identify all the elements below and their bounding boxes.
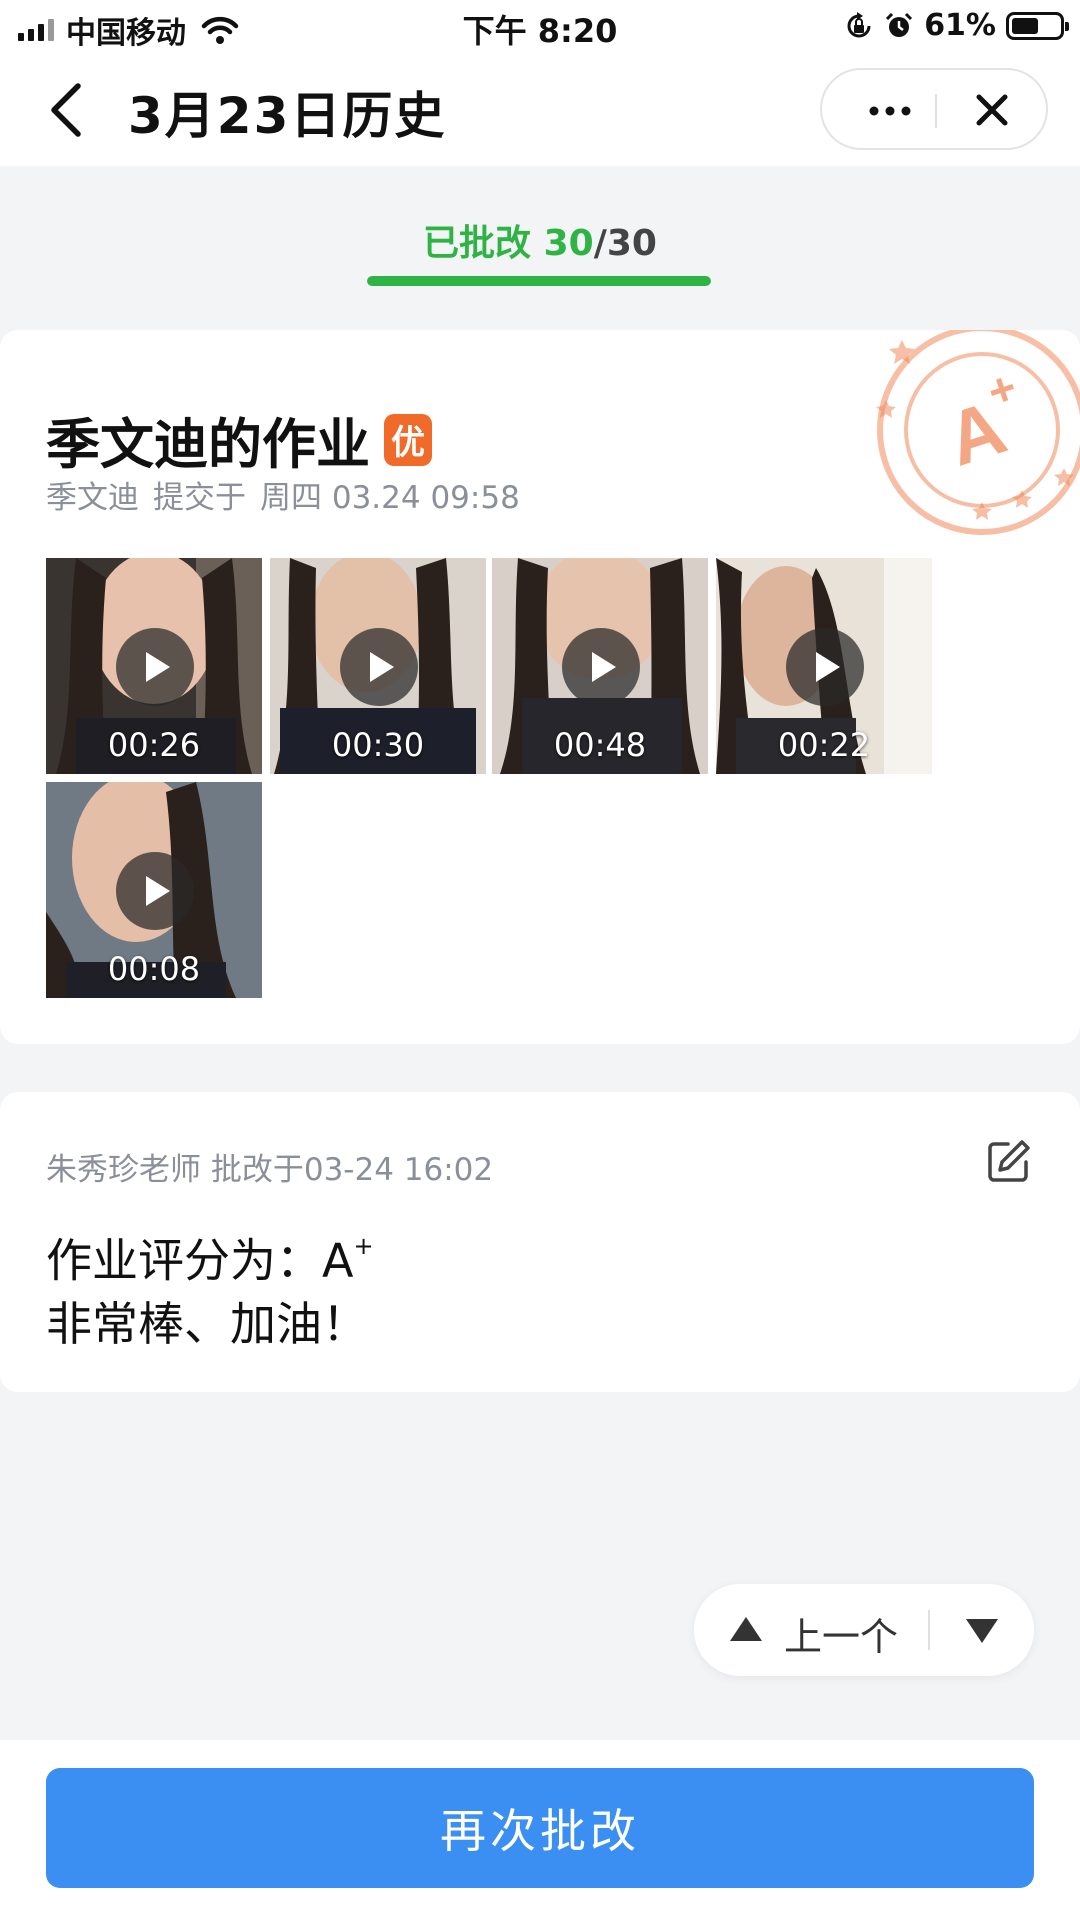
teacher-comment-card: 朱秀珍老师 批改于03-24 16:02 作业评分为：A+ 非常棒、加油！: [0, 1092, 1080, 1392]
progress-done-count: 30: [543, 223, 594, 264]
video-duration: 00:26: [107, 726, 201, 764]
battery-icon: [1006, 11, 1069, 40]
play-icon: [370, 652, 394, 682]
student-name: 季文迪: [46, 480, 139, 516]
comment-text: 作业评分为：A+ 非常棒、加油！: [46, 1220, 374, 1356]
video-thumbnail[interactable]: 00:26: [46, 558, 262, 774]
remark-line: 非常棒、加油！: [46, 1297, 368, 1352]
video-thumbnail[interactable]: 00:48: [492, 558, 708, 774]
video-duration: 00:48: [553, 726, 647, 764]
play-icon: [592, 652, 616, 682]
teacher-name: 朱秀珍老师: [46, 1152, 201, 1188]
regrade-button[interactable]: 再次批改: [46, 1768, 1034, 1888]
progress-total-count: 30: [606, 223, 657, 264]
nav-bar: 3月23日历史: [0, 52, 1080, 166]
video-thumbnail[interactable]: 00:30: [270, 558, 486, 774]
progress-bar-fill: [367, 276, 711, 286]
status-right: 61%: [844, 8, 1069, 43]
progress-separator: /: [593, 223, 607, 264]
play-button[interactable]: [116, 628, 194, 706]
capsule-divider: [935, 94, 937, 128]
play-icon: [816, 652, 840, 682]
triangle-up-icon[interactable]: [728, 1614, 764, 1644]
graded-label: 批改于: [210, 1152, 304, 1188]
play-icon: [146, 876, 170, 906]
score-grade: A: [322, 1233, 354, 1288]
status-bar: 中国移动 下午 8:20 61%: [0, 0, 1080, 52]
graded-time: 03-24 16:02: [303, 1152, 494, 1188]
video-duration: 00:30: [331, 726, 425, 764]
progress-bar: [367, 276, 711, 286]
video-thumbnail[interactable]: 00:22: [716, 558, 932, 774]
homework-card: 季文迪的作业 优 季文迪 提交于 周四 03.24 09:58 A + 00:2…: [0, 330, 1080, 1044]
homework-title: 季文迪的作业: [46, 413, 370, 476]
alarm-icon: [886, 12, 913, 37]
more-icon[interactable]: [860, 94, 920, 128]
back-icon[interactable]: [44, 80, 88, 140]
submitted-time: 周四 03.24 09:58: [260, 480, 520, 516]
prev-next-pager: 上一个: [694, 1584, 1034, 1676]
submission-info: 季文迪 提交于 周四 03.24 09:58: [46, 472, 520, 517]
play-button[interactable]: [786, 628, 864, 706]
score-plus: +: [353, 1232, 374, 1260]
play-icon: [146, 652, 170, 682]
mini-program-capsule: [820, 68, 1048, 150]
close-icon[interactable]: [972, 90, 1012, 130]
battery-percent: 61%: [924, 8, 996, 43]
submitted-label: 提交于: [153, 480, 246, 516]
triangle-down-icon[interactable]: [964, 1616, 1000, 1646]
previous-button[interactable]: 上一个: [784, 1606, 898, 1661]
progress-tab[interactable]: 已批改 30/30: [0, 166, 1080, 326]
play-button[interactable]: [562, 628, 640, 706]
bottom-bar: 再次批改: [0, 1740, 1080, 1920]
video-thumbnail[interactable]: 00:08: [46, 782, 262, 998]
rotation-lock-icon: [847, 11, 871, 37]
progress-label: 已批改: [423, 223, 544, 264]
excellent-badge: 优: [384, 413, 432, 466]
edit-icon[interactable]: [986, 1138, 1032, 1184]
score-prefix: 作业评分为：: [46, 1233, 322, 1288]
pager-divider: [928, 1610, 930, 1650]
progress-text: 已批改 30/30: [0, 214, 1080, 266]
video-duration: 00:22: [777, 726, 871, 764]
battery-fill: [1012, 17, 1038, 34]
play-button[interactable]: [116, 852, 194, 930]
page-title: 3月23日历史: [128, 87, 447, 145]
video-duration: 00:08: [107, 950, 201, 988]
grading-info: 朱秀珍老师 批改于03-24 16:02: [46, 1144, 493, 1189]
homework-title-row: 季文迪的作业 优: [46, 400, 432, 479]
grade-stamp-icon: A +: [876, 330, 1080, 535]
score-line: 作业评分为：A+: [46, 1220, 374, 1292]
play-button[interactable]: [340, 628, 418, 706]
